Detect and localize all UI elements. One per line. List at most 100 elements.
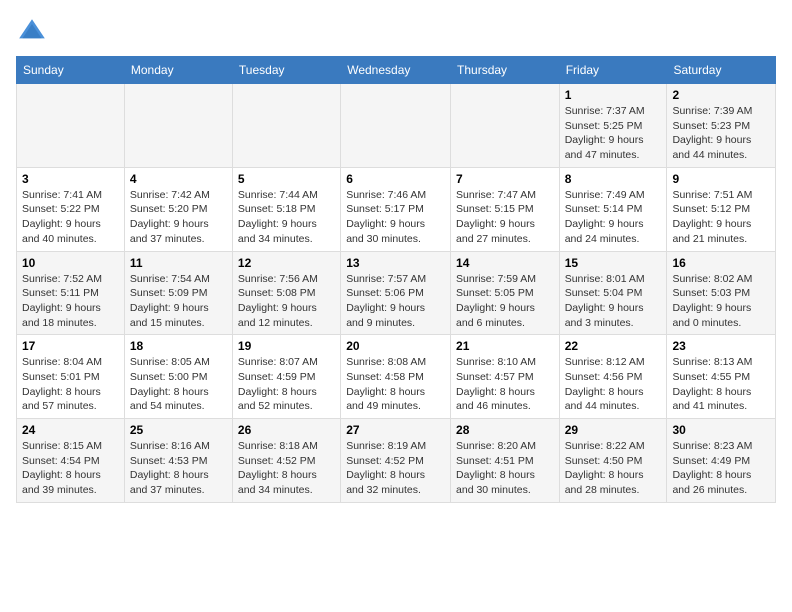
weekday-header: Wednesday xyxy=(341,57,451,84)
weekday-header: Sunday xyxy=(17,57,125,84)
day-number: 23 xyxy=(672,339,770,353)
calendar-cell: 21 Sunrise: 8:10 AM Sunset: 4:57 PM Dayli… xyxy=(451,335,560,419)
day-number: 5 xyxy=(238,172,335,186)
weekday-header: Tuesday xyxy=(232,57,340,84)
day-number: 24 xyxy=(22,423,119,437)
calendar-cell: 24 Sunrise: 8:15 AM Sunset: 4:54 PM Dayli… xyxy=(17,419,125,503)
calendar-table: SundayMondayTuesdayWednesdayThursdayFrid… xyxy=(16,56,776,503)
day-info: Sunrise: 8:05 AM Sunset: 5:00 PM Dayligh… xyxy=(130,355,227,414)
day-info: Sunrise: 7:59 AM Sunset: 5:05 PM Dayligh… xyxy=(456,272,554,331)
calendar-cell: 19 Sunrise: 8:07 AM Sunset: 4:59 PM Dayli… xyxy=(232,335,340,419)
day-number: 9 xyxy=(672,172,770,186)
day-number: 19 xyxy=(238,339,335,353)
calendar-cell xyxy=(124,84,232,168)
day-info: Sunrise: 7:54 AM Sunset: 5:09 PM Dayligh… xyxy=(130,272,227,331)
calendar-cell: 7 Sunrise: 7:47 AM Sunset: 5:15 PM Daylig… xyxy=(451,167,560,251)
calendar-cell: 12 Sunrise: 7:56 AM Sunset: 5:08 PM Dayli… xyxy=(232,251,340,335)
day-info: Sunrise: 7:42 AM Sunset: 5:20 PM Dayligh… xyxy=(130,188,227,247)
weekday-header: Monday xyxy=(124,57,232,84)
day-number: 6 xyxy=(346,172,445,186)
day-info: Sunrise: 7:47 AM Sunset: 5:15 PM Dayligh… xyxy=(456,188,554,247)
day-number: 10 xyxy=(22,256,119,270)
day-info: Sunrise: 7:41 AM Sunset: 5:22 PM Dayligh… xyxy=(22,188,119,247)
day-info: Sunrise: 8:19 AM Sunset: 4:52 PM Dayligh… xyxy=(346,439,445,498)
day-number: 2 xyxy=(672,88,770,102)
calendar-cell: 11 Sunrise: 7:54 AM Sunset: 5:09 PM Dayli… xyxy=(124,251,232,335)
day-number: 16 xyxy=(672,256,770,270)
day-info: Sunrise: 8:07 AM Sunset: 4:59 PM Dayligh… xyxy=(238,355,335,414)
page-header xyxy=(16,16,776,48)
day-info: Sunrise: 8:08 AM Sunset: 4:58 PM Dayligh… xyxy=(346,355,445,414)
day-number: 4 xyxy=(130,172,227,186)
day-number: 21 xyxy=(456,339,554,353)
day-info: Sunrise: 8:13 AM Sunset: 4:55 PM Dayligh… xyxy=(672,355,770,414)
calendar-cell: 9 Sunrise: 7:51 AM Sunset: 5:12 PM Daylig… xyxy=(667,167,776,251)
calendar-cell: 10 Sunrise: 7:52 AM Sunset: 5:11 PM Dayli… xyxy=(17,251,125,335)
day-number: 11 xyxy=(130,256,227,270)
calendar-cell: 4 Sunrise: 7:42 AM Sunset: 5:20 PM Daylig… xyxy=(124,167,232,251)
day-info: Sunrise: 8:10 AM Sunset: 4:57 PM Dayligh… xyxy=(456,355,554,414)
calendar-cell: 3Sunrise: 7:41 AM Sunset: 5:22 PM Daylig… xyxy=(17,167,125,251)
calendar-cell xyxy=(17,84,125,168)
day-info: Sunrise: 8:22 AM Sunset: 4:50 PM Dayligh… xyxy=(565,439,662,498)
calendar-cell: 2 Sunrise: 7:39 AM Sunset: 5:23 PM Daylig… xyxy=(667,84,776,168)
calendar-cell: 8 Sunrise: 7:49 AM Sunset: 5:14 PM Daylig… xyxy=(559,167,667,251)
calendar-cell xyxy=(341,84,451,168)
calendar-cell: 13 Sunrise: 7:57 AM Sunset: 5:06 PM Dayli… xyxy=(341,251,451,335)
day-number: 8 xyxy=(565,172,662,186)
day-info: Sunrise: 7:52 AM Sunset: 5:11 PM Dayligh… xyxy=(22,272,119,331)
day-info: Sunrise: 7:56 AM Sunset: 5:08 PM Dayligh… xyxy=(238,272,335,331)
day-info: Sunrise: 8:23 AM Sunset: 4:49 PM Dayligh… xyxy=(672,439,770,498)
day-number: 26 xyxy=(238,423,335,437)
calendar-cell xyxy=(232,84,340,168)
day-number: 14 xyxy=(456,256,554,270)
calendar-cell: 15 Sunrise: 8:01 AM Sunset: 5:04 PM Dayli… xyxy=(559,251,667,335)
day-number: 30 xyxy=(672,423,770,437)
weekday-header: Friday xyxy=(559,57,667,84)
day-number: 25 xyxy=(130,423,227,437)
day-number: 12 xyxy=(238,256,335,270)
day-info: Sunrise: 7:39 AM Sunset: 5:23 PM Dayligh… xyxy=(672,104,770,163)
calendar-cell: 20 Sunrise: 8:08 AM Sunset: 4:58 PM Dayli… xyxy=(341,335,451,419)
weekday-header: Thursday xyxy=(451,57,560,84)
calendar-cell: 23 Sunrise: 8:13 AM Sunset: 4:55 PM Dayli… xyxy=(667,335,776,419)
day-number: 29 xyxy=(565,423,662,437)
day-number: 1 xyxy=(565,88,662,102)
day-info: Sunrise: 8:01 AM Sunset: 5:04 PM Dayligh… xyxy=(565,272,662,331)
calendar-cell: 16 Sunrise: 8:02 AM Sunset: 5:03 PM Dayli… xyxy=(667,251,776,335)
day-number: 15 xyxy=(565,256,662,270)
day-info: Sunrise: 8:04 AM Sunset: 5:01 PM Dayligh… xyxy=(22,355,119,414)
day-number: 20 xyxy=(346,339,445,353)
calendar-cell: 26 Sunrise: 8:18 AM Sunset: 4:52 PM Dayli… xyxy=(232,419,340,503)
day-info: Sunrise: 7:57 AM Sunset: 5:06 PM Dayligh… xyxy=(346,272,445,331)
day-info: Sunrise: 7:49 AM Sunset: 5:14 PM Dayligh… xyxy=(565,188,662,247)
day-number: 18 xyxy=(130,339,227,353)
day-number: 7 xyxy=(456,172,554,186)
calendar-cell xyxy=(451,84,560,168)
day-info: Sunrise: 8:16 AM Sunset: 4:53 PM Dayligh… xyxy=(130,439,227,498)
calendar-cell: 25 Sunrise: 8:16 AM Sunset: 4:53 PM Dayli… xyxy=(124,419,232,503)
calendar-cell: 28 Sunrise: 8:20 AM Sunset: 4:51 PM Dayli… xyxy=(451,419,560,503)
day-info: Sunrise: 7:44 AM Sunset: 5:18 PM Dayligh… xyxy=(238,188,335,247)
day-number: 13 xyxy=(346,256,445,270)
calendar-cell: 17 Sunrise: 8:04 AM Sunset: 5:01 PM Dayli… xyxy=(17,335,125,419)
day-info: Sunrise: 8:12 AM Sunset: 4:56 PM Dayligh… xyxy=(565,355,662,414)
weekday-header: Saturday xyxy=(667,57,776,84)
day-info: Sunrise: 8:18 AM Sunset: 4:52 PM Dayligh… xyxy=(238,439,335,498)
day-info: Sunrise: 7:46 AM Sunset: 5:17 PM Dayligh… xyxy=(346,188,445,247)
day-info: Sunrise: 7:37 AM Sunset: 5:25 PM Dayligh… xyxy=(565,104,662,163)
logo xyxy=(16,16,52,48)
day-number: 22 xyxy=(565,339,662,353)
day-info: Sunrise: 8:02 AM Sunset: 5:03 PM Dayligh… xyxy=(672,272,770,331)
logo-icon xyxy=(16,16,48,48)
calendar-cell: 27Sunrise: 8:19 AM Sunset: 4:52 PM Dayli… xyxy=(341,419,451,503)
day-info: Sunrise: 8:15 AM Sunset: 4:54 PM Dayligh… xyxy=(22,439,119,498)
day-info: Sunrise: 8:20 AM Sunset: 4:51 PM Dayligh… xyxy=(456,439,554,498)
day-number: 28 xyxy=(456,423,554,437)
calendar-cell: 6 Sunrise: 7:46 AM Sunset: 5:17 PM Daylig… xyxy=(341,167,451,251)
calendar-cell: 22 Sunrise: 8:12 AM Sunset: 4:56 PM Dayli… xyxy=(559,335,667,419)
day-info: Sunrise: 7:51 AM Sunset: 5:12 PM Dayligh… xyxy=(672,188,770,247)
calendar-cell: 30 Sunrise: 8:23 AM Sunset: 4:49 PM Dayli… xyxy=(667,419,776,503)
calendar-cell: 29 Sunrise: 8:22 AM Sunset: 4:50 PM Dayli… xyxy=(559,419,667,503)
day-number: 17 xyxy=(22,339,119,353)
